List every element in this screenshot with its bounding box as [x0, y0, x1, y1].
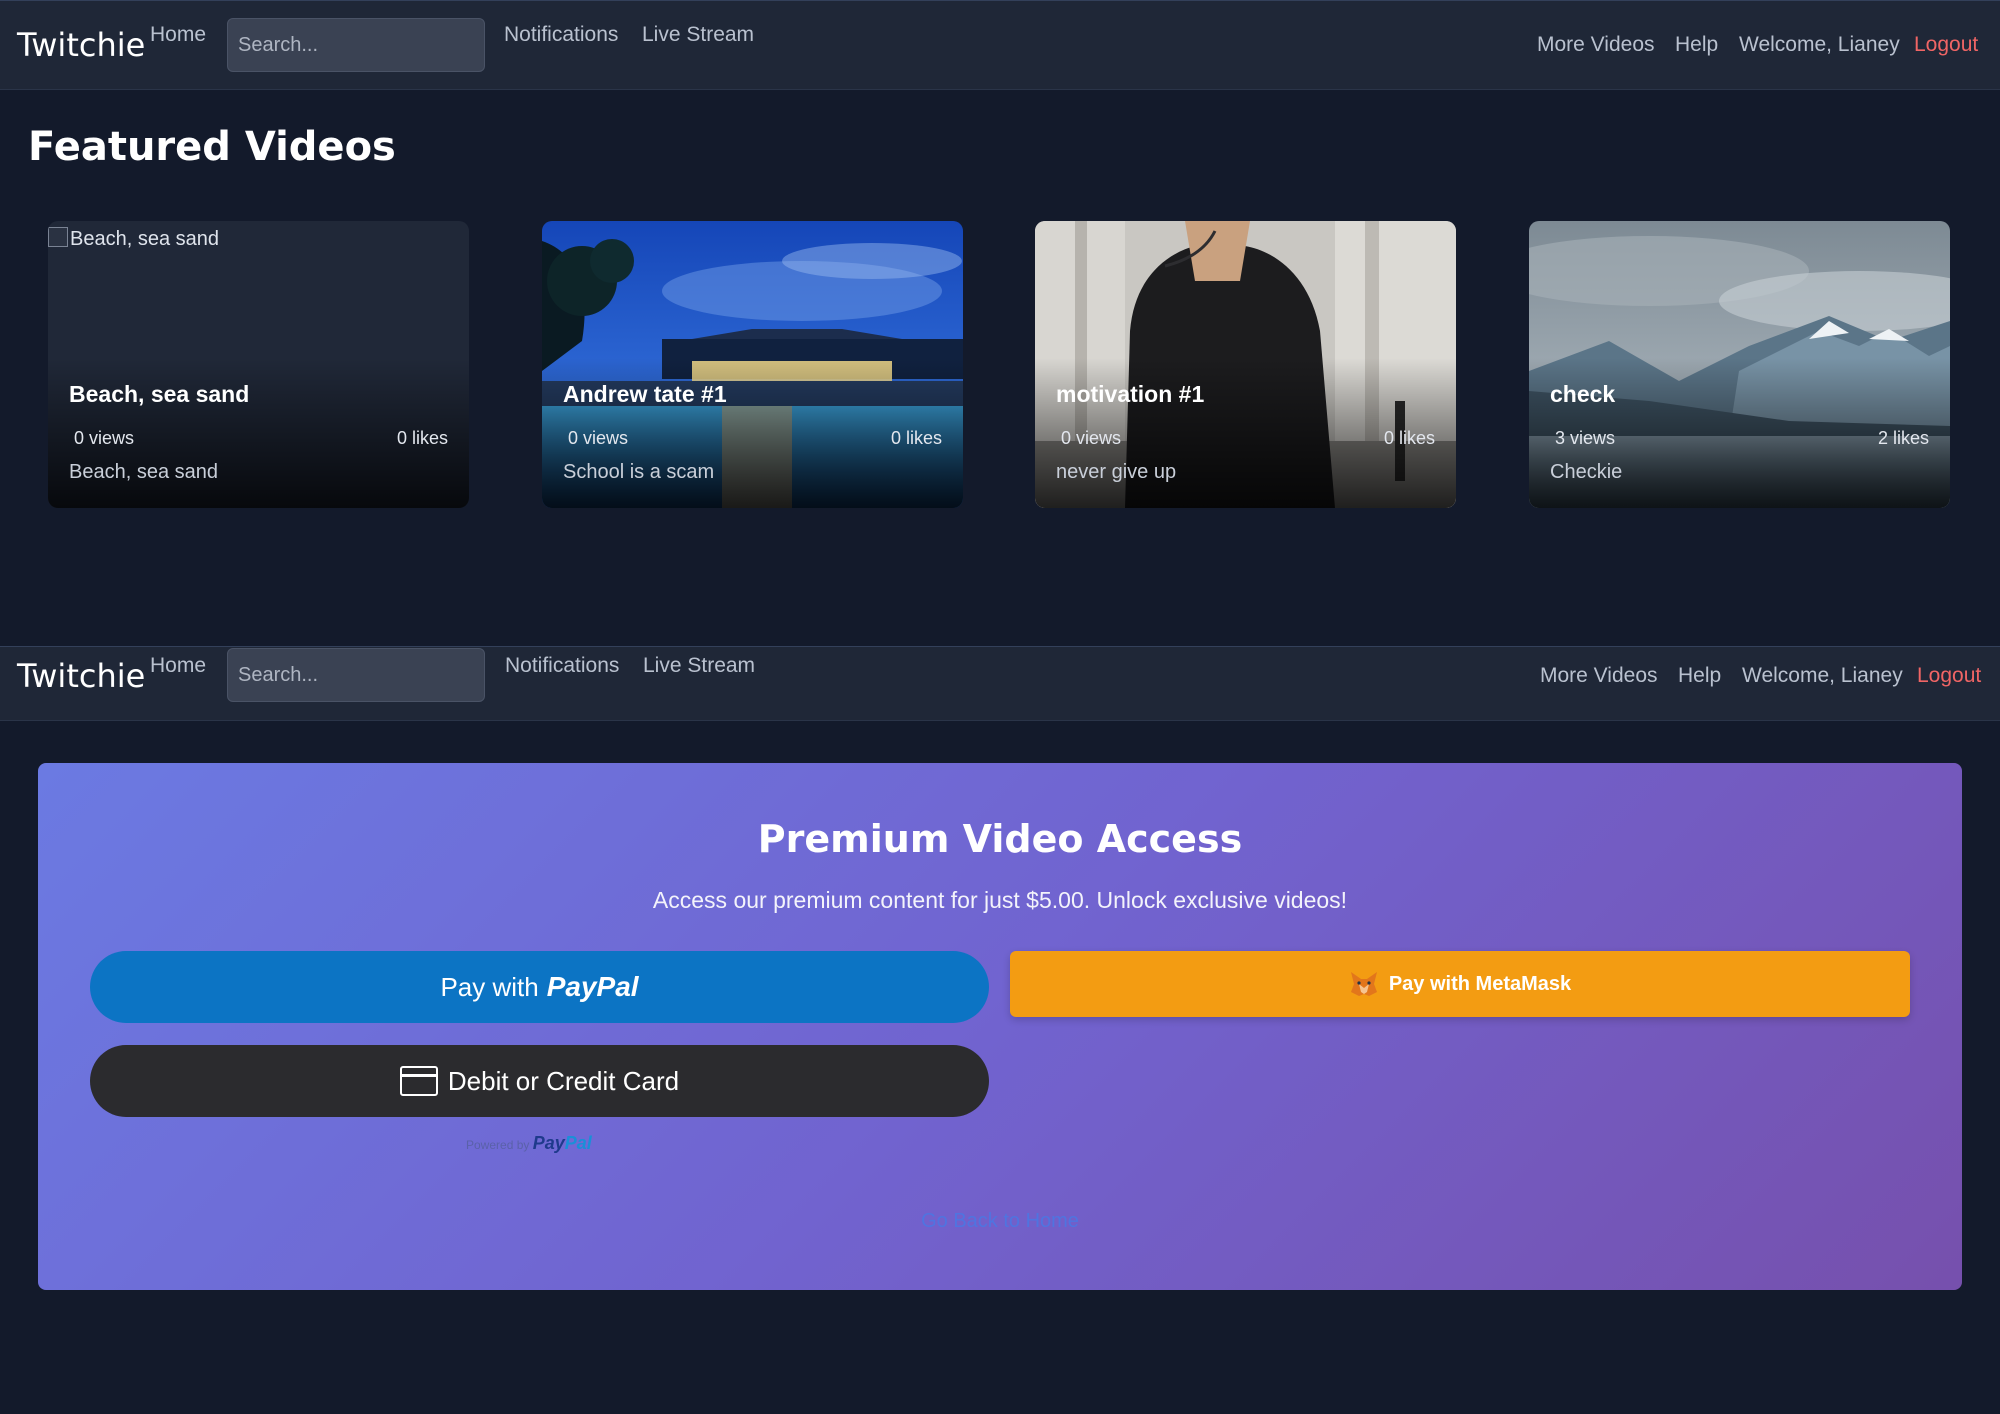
video-views: 0 views	[1061, 428, 1122, 448]
metamask-fox-icon	[1350, 972, 1377, 996]
welcome-user-text: Welcome, Lianey	[1739, 33, 1900, 56]
video-views: 0 views	[568, 428, 629, 448]
video-title[interactable]: Andrew tate #1	[563, 381, 727, 408]
search-input[interactable]	[227, 18, 485, 72]
nav-notifications-link[interactable]: Notifications	[505, 654, 619, 678]
video-card[interactable]: motivation #1 0 views 0 likes never give…	[1035, 221, 1456, 508]
nav-live-stream-link[interactable]: Live Stream	[642, 23, 754, 47]
metamask-button-label: Pay with MetaMask	[1388, 972, 1572, 995]
video-views: 3 views	[1555, 428, 1616, 448]
premium-subtitle: Access our premium content for just $5.0…	[652, 887, 1348, 913]
second-navbar: Twitchie Home Notifications Live Stream …	[0, 646, 2000, 721]
page-title: Featured Videos	[28, 124, 396, 170]
paypal-button-label: Pay with	[440, 971, 539, 1002]
premium-access-panel: Premium Video Access Access our premium …	[38, 763, 1962, 1290]
broken-image-alt: Beach, sea sand	[48, 227, 219, 251]
video-likes: 0 likes	[396, 428, 448, 448]
paypal-button[interactable]: Pay with PayPal	[90, 951, 989, 1023]
video-description: School is a scam	[563, 461, 715, 483]
logout-link[interactable]: Logout	[1914, 33, 1978, 57]
metamask-button[interactable]: Pay with MetaMask	[1010, 951, 1910, 1017]
credit-card-icon	[399, 1066, 438, 1096]
welcome-user-text: Welcome, Lianey	[1742, 664, 1903, 687]
logout-link[interactable]: Logout	[1917, 664, 1981, 688]
video-description: Beach, sea sand	[69, 461, 218, 483]
brand-logo[interactable]: Twitchie	[17, 26, 145, 64]
video-card[interactable]: Beach, sea sand Beach, sea sand 0 views …	[48, 221, 469, 508]
paypal-logo: PayPal	[546, 971, 639, 1002]
video-title[interactable]: motivation #1	[1056, 381, 1204, 408]
nav-more-videos-link[interactable]: More Videos	[1537, 33, 1655, 57]
powered-by-paypal: Powered by PayPal	[466, 1133, 592, 1154]
premium-title: Premium Video Access	[757, 817, 1243, 861]
powered-by-text: Powered by	[466, 1138, 530, 1152]
video-description: never give up	[1056, 461, 1177, 483]
video-views: 0 views	[74, 428, 135, 448]
nav-help-link[interactable]: Help	[1678, 664, 1721, 688]
video-card[interactable]: check 3 views 2 likes Checkie	[1529, 221, 1950, 508]
nav-notifications-link[interactable]: Notifications	[504, 23, 618, 47]
video-title[interactable]: check	[1550, 381, 1615, 408]
nav-home-link[interactable]: Home	[150, 654, 206, 678]
video-title[interactable]: Beach, sea sand	[69, 381, 249, 408]
nav-more-videos-link[interactable]: More Videos	[1540, 664, 1658, 688]
video-likes: 0 likes	[890, 428, 942, 448]
debit-credit-card-button[interactable]: Debit or Credit Card	[90, 1045, 989, 1117]
video-description: Checkie	[1550, 461, 1623, 483]
nav-home-link[interactable]: Home	[150, 23, 206, 47]
nav-live-stream-link[interactable]: Live Stream	[643, 654, 755, 678]
search-input[interactable]	[227, 648, 485, 702]
powered-pal: Pal	[564, 1133, 592, 1153]
brand-logo[interactable]: Twitchie	[17, 657, 145, 695]
go-back-home-link[interactable]: Go Back to Home	[38, 1210, 1962, 1233]
top-navbar: Twitchie Home Notifications Live Stream …	[0, 0, 2000, 90]
card-button-label: Debit or Credit Card	[447, 1065, 680, 1096]
video-likes: 0 likes	[1383, 428, 1435, 448]
video-card[interactable]: Andrew tate #1 0 views 0 likes School is…	[542, 221, 963, 508]
video-likes: 2 likes	[1877, 428, 1929, 448]
powered-pay: Pay	[532, 1133, 565, 1153]
nav-help-link[interactable]: Help	[1675, 33, 1718, 57]
